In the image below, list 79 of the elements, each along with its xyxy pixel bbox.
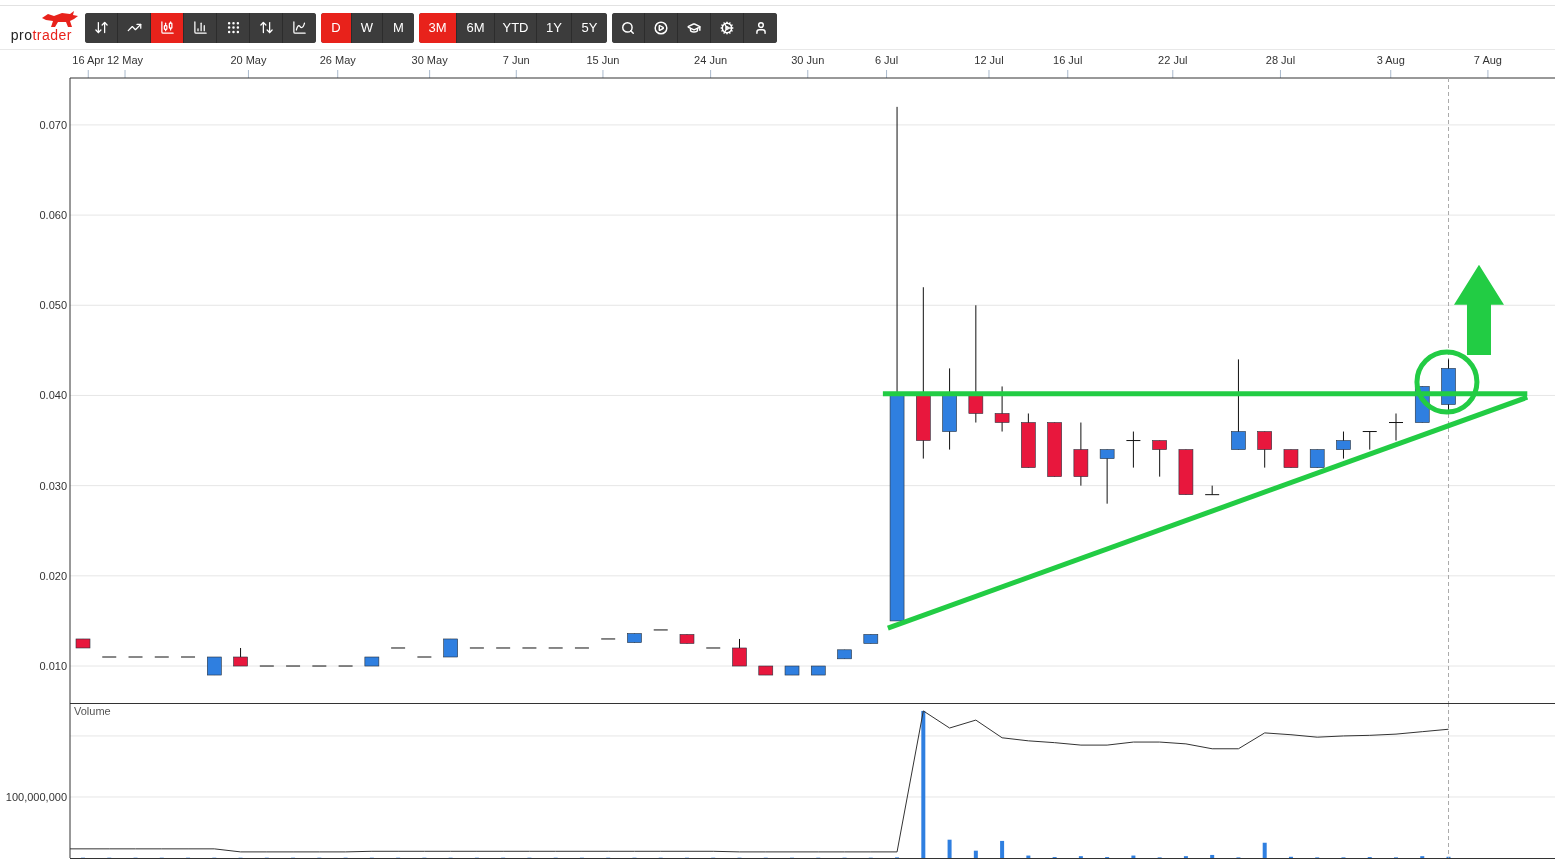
column-chart-icon — [192, 20, 208, 35]
candle — [732, 638, 747, 667]
volume-bar — [1262, 842, 1267, 858]
candle — [1283, 449, 1299, 469]
toolbar-button[interactable] — [612, 12, 645, 43]
candle — [1362, 431, 1378, 451]
candle — [443, 638, 458, 658]
axis-label: 0.050 — [39, 299, 67, 312]
dots-icon — [225, 20, 241, 35]
candle — [1336, 431, 1351, 460]
candle — [233, 647, 248, 667]
volume-bar — [947, 839, 952, 858]
circle-marker — [1414, 349, 1480, 415]
axis-label: 12 May — [107, 54, 144, 66]
axis-label: 0.070 — [39, 118, 67, 131]
axis-label: 15 Jun — [586, 54, 620, 66]
candle — [1021, 413, 1036, 469]
candle — [1257, 431, 1272, 469]
volume-bar — [1026, 855, 1031, 858]
candle — [1388, 413, 1404, 442]
axis-label: 20 May — [230, 54, 267, 66]
axis-label: 0.010 — [39, 660, 67, 672]
candle — [1099, 449, 1115, 505]
candle — [1309, 449, 1325, 469]
candle — [364, 656, 380, 667]
candle — [679, 633, 695, 644]
candle — [811, 665, 826, 676]
volume-bar — [1131, 855, 1136, 858]
candlestick-icon — [159, 20, 175, 35]
play-icon — [654, 20, 668, 35]
candle — [1125, 431, 1141, 469]
candle — [994, 385, 1010, 433]
candle — [837, 649, 852, 660]
volume-bar — [1210, 854, 1215, 858]
volume-bar — [973, 850, 978, 858]
axis-label: 22 Jul — [1158, 54, 1188, 66]
bars-icon — [93, 20, 109, 35]
chart-title: Volume — [74, 705, 111, 717]
axis-label: 0.030 — [39, 479, 67, 492]
axis-label: 28 Jul — [1265, 54, 1296, 66]
axis-label: 0.060 — [39, 209, 67, 222]
chart-type-button[interactable] — [85, 12, 118, 43]
user-icon — [753, 20, 768, 35]
arrows-icon — [258, 20, 274, 35]
candle — [1152, 440, 1167, 478]
axis-label: 0.040 — [39, 389, 67, 402]
axis-label: 0.020 — [39, 569, 67, 582]
range-button[interactable]: 3M — [419, 12, 457, 43]
axis-label: 24 Jun — [694, 54, 728, 66]
graduation-cap-icon — [687, 20, 701, 35]
candle — [1178, 449, 1194, 496]
candle — [1073, 422, 1089, 487]
candle — [627, 633, 642, 644]
logo-text: protrader — [10, 27, 72, 42]
axis-label: 7 Aug — [1473, 54, 1502, 66]
axis-label: 100,000,000 — [5, 791, 67, 803]
candle — [207, 656, 222, 676]
candle — [784, 665, 800, 676]
candle — [863, 633, 879, 644]
bull-icon — [40, 9, 80, 28]
curve-chart-icon — [292, 20, 307, 35]
search-icon — [621, 20, 635, 35]
candle — [758, 665, 774, 676]
candle — [75, 638, 91, 649]
axis-label: 26 May — [319, 54, 356, 66]
axis-label: 16 Jul — [1053, 54, 1083, 66]
axis-label: 12 Jul — [974, 54, 1004, 66]
axis-label: 7 Jun — [502, 54, 530, 66]
candle — [1204, 485, 1220, 496]
axis-label: 30 May — [411, 54, 448, 66]
axis-label: 16 Apr — [72, 54, 105, 66]
axis-label: 3 Aug — [1376, 54, 1405, 66]
settings-icon — [720, 20, 734, 35]
axis-label: 6 Jul — [874, 54, 899, 66]
volume-bar — [1000, 840, 1005, 858]
axis-label: 30 Jun — [791, 54, 825, 66]
candle — [1047, 422, 1062, 478]
chart-type-button[interactable] — [151, 12, 184, 43]
period-button[interactable]: D — [321, 12, 352, 43]
